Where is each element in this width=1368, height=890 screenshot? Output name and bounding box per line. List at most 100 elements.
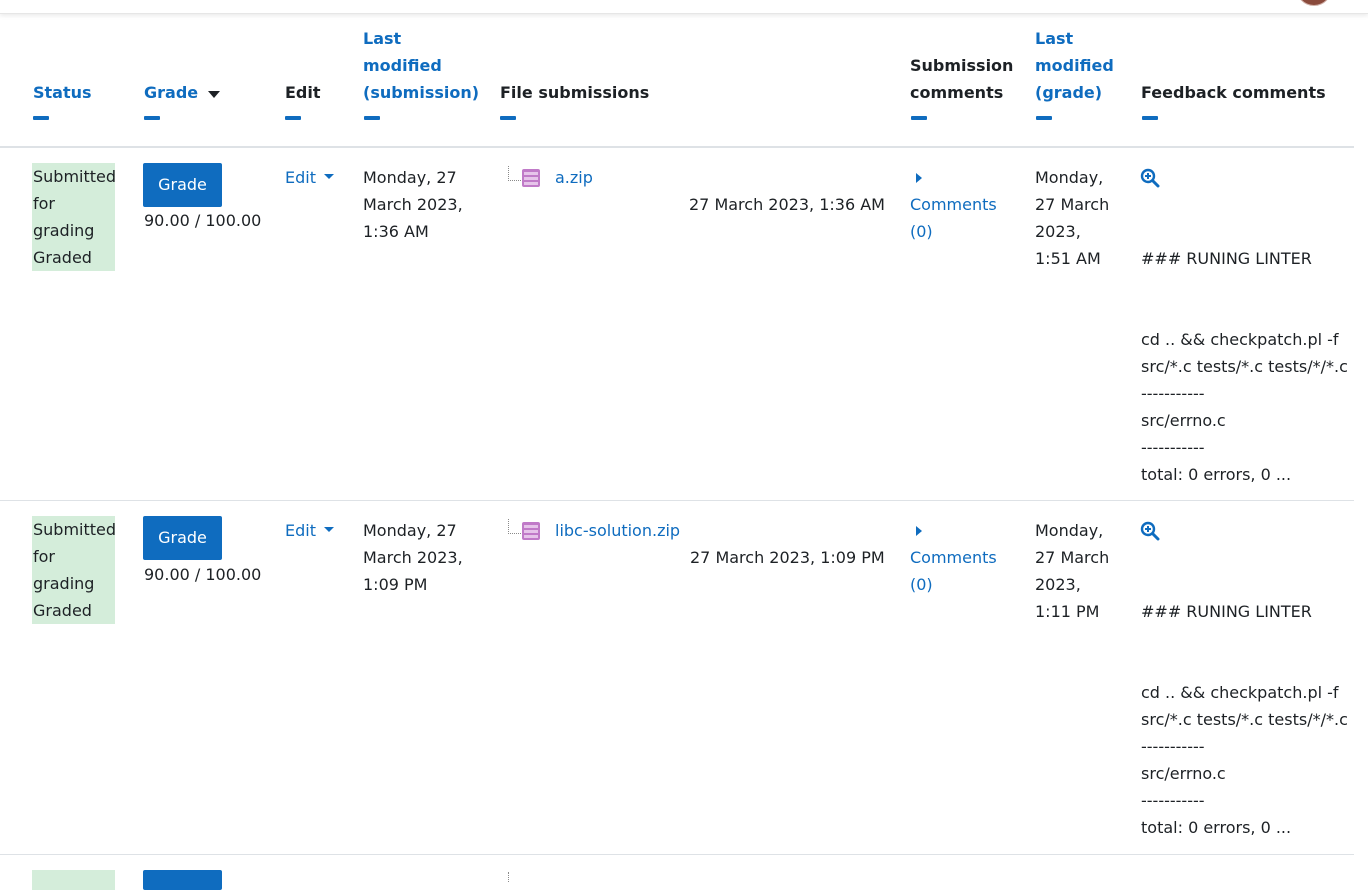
collapse-feedback-icon[interactable] — [1142, 116, 1158, 120]
feedback-heading: ### RUNING LINTER — [1141, 249, 1312, 268]
status-line: Submitted — [33, 520, 117, 539]
expand-comments-icon — [916, 526, 922, 536]
date-line: March 2023, — [363, 195, 463, 214]
grade-value: 90.00 / 100.00 — [144, 565, 262, 584]
grade-button[interactable] — [143, 870, 222, 890]
collapse-lmg-icon[interactable] — [1036, 116, 1052, 120]
feedback-line: src/errno.c — [1141, 411, 1226, 430]
grade-button[interactable]: Grade — [143, 163, 222, 207]
header-lmg-line1: Last — [1035, 29, 1074, 48]
status-line: grading — [33, 574, 95, 593]
header-grade-label: Grade — [144, 83, 199, 102]
zip-file-icon — [522, 522, 540, 540]
row-divider — [0, 500, 1354, 501]
date-line: 1:09 PM — [363, 575, 428, 594]
status-badge: Submitted for grading Graded — [32, 163, 117, 271]
dropdown-caret-icon — [323, 527, 334, 532]
collapse-files-icon[interactable] — [500, 116, 516, 120]
feedback-line: ----------- — [1141, 384, 1205, 403]
header-sc-line1: Submission — [910, 56, 1014, 75]
header-status[interactable]: Status — [33, 79, 92, 106]
header-lms-line3: (submission) — [363, 83, 480, 102]
feedback-line: src/*.c tests/*.c tests/*/*.c — [1141, 357, 1348, 376]
date-line: 2023, — [1035, 575, 1081, 594]
modified-submission: Monday, 27 March 2023, 1:36 AM — [363, 164, 463, 245]
feedback-line: total: 0 errors, 0 ... — [1141, 465, 1292, 484]
header-file-submissions: File submissions — [500, 83, 650, 102]
header-edit: Edit — [285, 83, 321, 102]
date-line: Monday, 27 — [363, 521, 457, 540]
zoom-in-icon[interactable] — [1140, 168, 1160, 188]
zip-file-icon — [522, 169, 540, 187]
feedback-body: cd .. && checkpatch.pl -f src/*.c tests/… — [1141, 326, 1348, 488]
expand-comments-icon — [916, 173, 922, 183]
feedback-line: cd .. && checkpatch.pl -f — [1141, 330, 1339, 349]
edit-label: Edit — [285, 521, 316, 540]
sort-desc-icon — [208, 91, 221, 98]
header-last-modified-grade[interactable]: Last modified (grade) — [1035, 25, 1114, 106]
feedback-line: ----------- — [1141, 791, 1205, 810]
date-line: 1:11 PM — [1035, 602, 1100, 621]
collapse-grade-icon[interactable] — [144, 116, 160, 120]
date-line: 1:36 AM — [363, 222, 429, 241]
feedback-heading: ### RUNING LINTER — [1141, 602, 1312, 621]
feedback-body: cd .. && checkpatch.pl -f src/*.c tests/… — [1141, 679, 1348, 841]
feedback-line: ----------- — [1141, 438, 1205, 457]
comments-count: (0) — [910, 222, 933, 241]
comments-label: Comments — [910, 548, 997, 567]
dropdown-caret-icon — [323, 174, 334, 179]
grade-value: 90.00 / 100.00 — [144, 211, 262, 230]
date-line: March 2023, — [363, 548, 463, 567]
grade-button[interactable]: Grade — [143, 516, 222, 560]
status-line: for — [33, 547, 55, 566]
date-line: 27 March — [1035, 548, 1110, 567]
feedback-line: src/*.c tests/*.c tests/*/*.c — [1141, 710, 1348, 729]
date-line: 1:51 AM — [1035, 249, 1101, 268]
feedback-line: cd .. && checkpatch.pl -f — [1141, 683, 1339, 702]
feedback-line: ----------- — [1141, 737, 1205, 756]
edit-dropdown[interactable]: Edit — [285, 164, 334, 191]
edit-dropdown[interactable]: Edit — [285, 517, 334, 544]
header-submission-comments: Submission comments — [910, 52, 1013, 106]
file-link[interactable]: libc-solution.zip — [555, 517, 680, 544]
zoom-in-icon[interactable] — [1140, 521, 1160, 541]
collapse-status-icon[interactable] — [33, 116, 49, 120]
comments-toggle[interactable]: Comments (0) — [910, 517, 997, 598]
date-line: Monday, 27 — [363, 168, 457, 187]
feedback-line: total: 0 errors, 0 ... — [1141, 818, 1292, 837]
modified-grade: Monday, 27 March 2023, 1:51 AM — [1035, 164, 1109, 272]
header-last-modified-submission[interactable]: Last modified (submission) — [363, 25, 479, 106]
collapse-edit-icon[interactable] — [285, 116, 301, 120]
modified-submission: Monday, 27 March 2023, 1:09 PM — [363, 517, 463, 598]
modified-grade: Monday, 27 March 2023, 1:11 PM — [1035, 517, 1109, 625]
avatar[interactable] — [1296, 0, 1332, 6]
header-lms-line1: Last — [363, 29, 402, 48]
row-divider — [0, 854, 1354, 855]
date-line: 2023, — [1035, 222, 1081, 241]
status-badge — [32, 870, 115, 890]
header-lmg-line2: modified — [1035, 56, 1114, 75]
feedback-line: src/errno.c — [1141, 764, 1226, 783]
edit-label: Edit — [285, 168, 316, 187]
header-divider — [0, 146, 1354, 148]
comments-toggle[interactable]: Comments (0) — [910, 164, 997, 245]
header-lmg-line3: (grade) — [1035, 83, 1103, 102]
status-line: Submitted — [33, 167, 117, 186]
header-grade[interactable]: Grade — [144, 79, 221, 106]
status-line: for — [33, 194, 55, 213]
header-lms-line2: modified — [363, 56, 442, 75]
comments-label: Comments — [910, 195, 997, 214]
collapse-comments-icon[interactable] — [911, 116, 927, 120]
file-date: 27 March 2023, 1:36 AM — [689, 195, 885, 214]
status-line: Graded — [33, 248, 92, 267]
status-badge: Submitted for grading Graded — [32, 516, 117, 624]
top-navbar — [0, 0, 1368, 14]
date-line: Monday, — [1035, 521, 1104, 540]
status-line: grading — [33, 221, 95, 240]
date-line: Monday, — [1035, 168, 1104, 187]
collapse-lms-icon[interactable] — [364, 116, 380, 120]
status-line: Graded — [33, 601, 92, 620]
header-sc-line2: comments — [910, 83, 1004, 102]
header-feedback-comments: Feedback comments — [1141, 83, 1326, 102]
file-link[interactable]: a.zip — [555, 164, 593, 191]
